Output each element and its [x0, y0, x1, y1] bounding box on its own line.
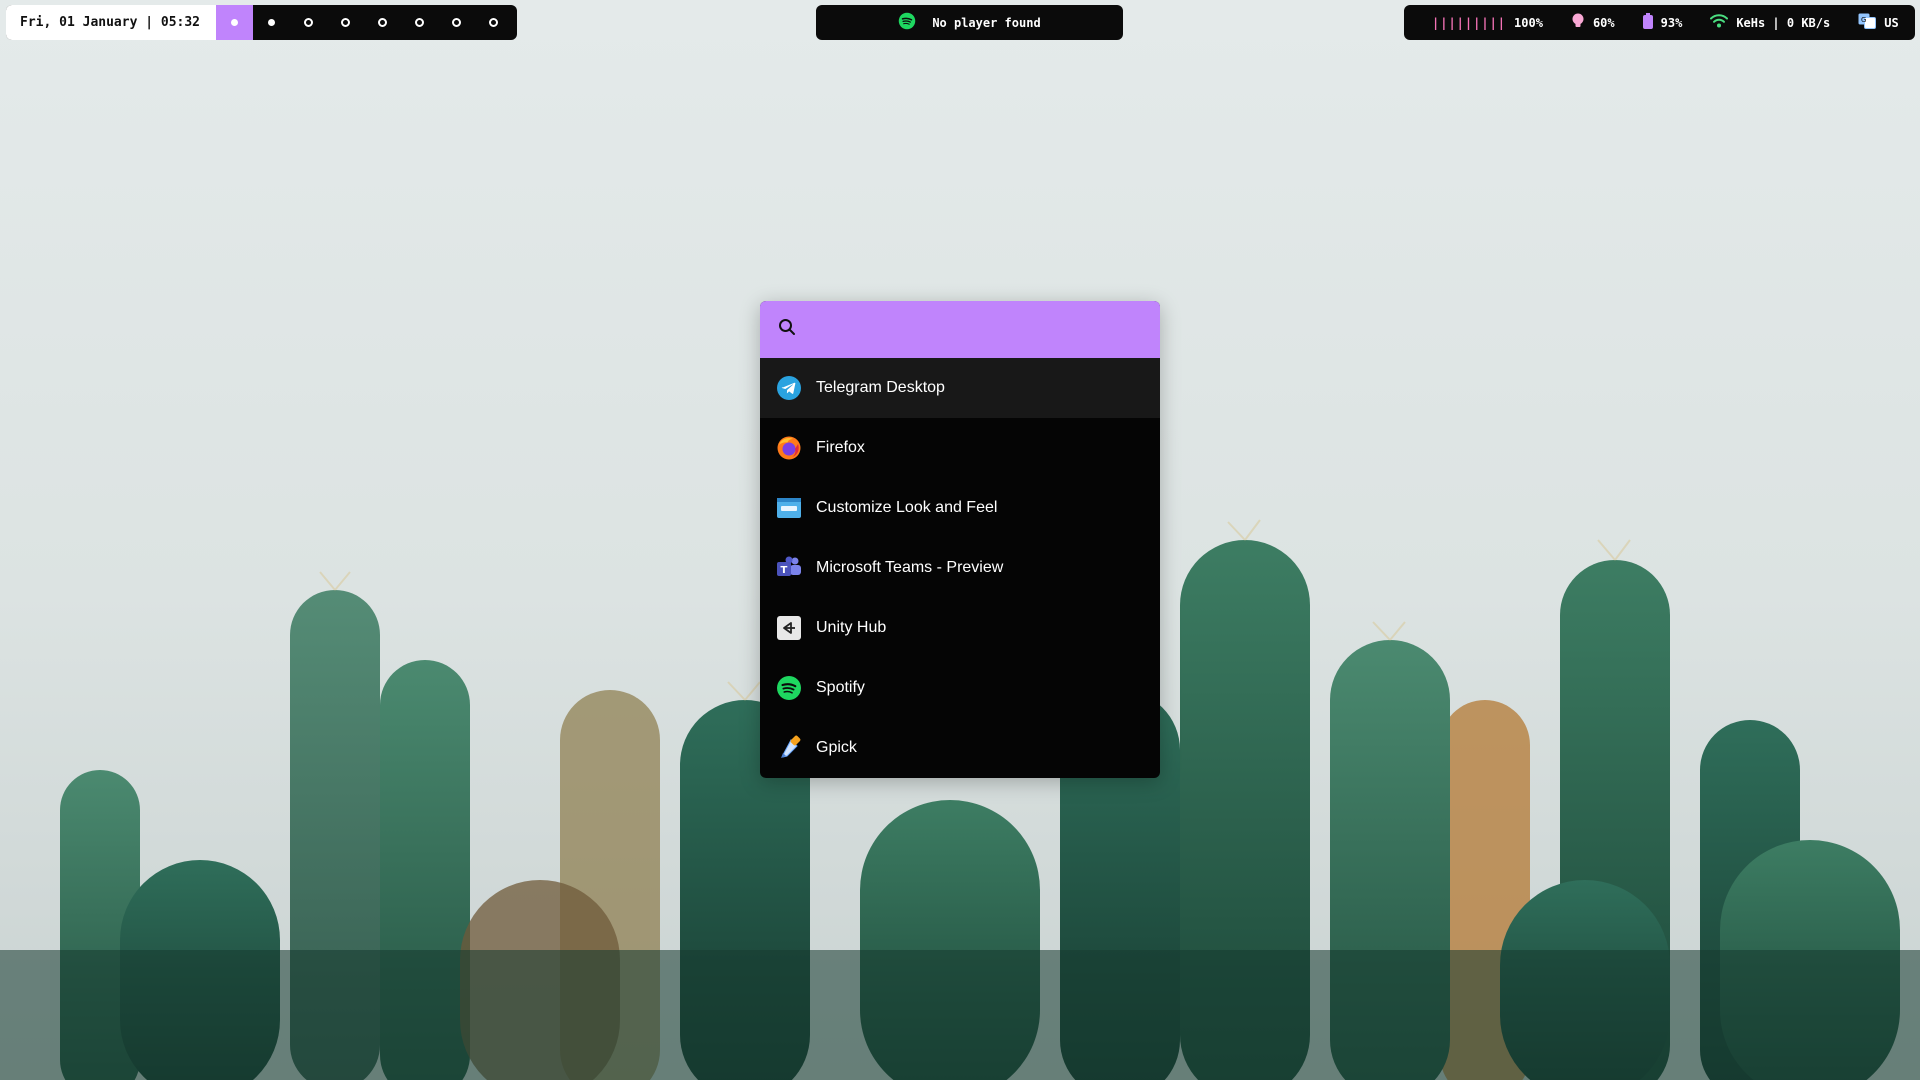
workspace-1[interactable]	[216, 5, 254, 40]
launcher-result-teams[interactable]: T Microsoft Teams - Preview	[760, 538, 1160, 598]
workspace-indicator	[231, 19, 239, 26]
svg-text:G: G	[1861, 16, 1866, 24]
workspace-indicator	[268, 19, 276, 26]
launcher-search-bar[interactable]	[760, 301, 1160, 358]
workspace-2[interactable]	[253, 5, 290, 40]
launcher-result-label: Microsoft Teams - Preview	[816, 559, 1004, 576]
launcher-result-label: Customize Look and Feel	[816, 499, 998, 516]
launcher-results: Telegram Desktop Firefox Customize Look …	[760, 358, 1160, 778]
workspace-switcher	[216, 5, 512, 40]
brightness-indicator[interactable]: 60%	[1571, 13, 1615, 32]
launcher-result-label: Telegram Desktop	[816, 379, 945, 396]
launcher-result-label: Gpick	[816, 739, 857, 756]
launcher-result-spotify[interactable]: Spotify	[760, 658, 1160, 718]
workspace-5[interactable]	[364, 5, 401, 40]
language-icon: G	[1858, 13, 1877, 32]
battery-value: 93%	[1660, 15, 1683, 30]
teams-icon: T	[776, 555, 802, 581]
volume-level-bars: |||||||||	[1432, 15, 1507, 30]
workspace-3[interactable]	[290, 5, 327, 40]
workspace-indicator	[341, 18, 351, 27]
search-icon	[778, 318, 796, 341]
workspace-indicator	[378, 18, 388, 27]
app-launcher: Telegram Desktop Firefox Customize Look …	[760, 301, 1160, 778]
appearance-settings-icon	[776, 495, 802, 521]
battery-indicator[interactable]: 93%	[1642, 13, 1683, 32]
network-value: KeHs | 0 KB/s	[1736, 15, 1831, 30]
workspace-indicator	[415, 18, 425, 27]
unity-icon	[776, 615, 802, 641]
network-indicator[interactable]: KeHs | 0 KB/s	[1710, 14, 1830, 31]
top-bar-left: Fri, 01 January | 05:32	[6, 5, 517, 40]
launcher-result-firefox[interactable]: Firefox	[760, 418, 1160, 478]
workspace-7[interactable]	[438, 5, 475, 40]
launcher-result-customize-look[interactable]: Customize Look and Feel	[760, 478, 1160, 538]
launcher-result-label: Spotify	[816, 679, 865, 696]
workspace-8[interactable]	[475, 5, 512, 40]
player-status-text: No player found	[932, 15, 1041, 30]
wifi-icon	[1710, 14, 1729, 31]
telegram-icon	[776, 375, 802, 401]
clock: Fri, 01 January | 05:32	[6, 5, 217, 40]
launcher-result-gpick[interactable]: Gpick	[760, 718, 1160, 778]
color-picker-icon	[776, 735, 802, 761]
workspace-indicator	[304, 18, 314, 27]
workspace-4[interactable]	[327, 5, 364, 40]
launcher-result-unity-hub[interactable]: Unity Hub	[760, 598, 1160, 658]
battery-icon	[1642, 13, 1653, 32]
media-player-widget[interactable]: No player found	[816, 5, 1123, 40]
top-bar-right: ||||||||| 100% 60% 93% KeHs | 0 KB/s G U…	[1404, 5, 1915, 40]
spotify-icon	[776, 675, 802, 701]
launcher-result-label: Unity Hub	[816, 619, 887, 636]
volume-value: 100%	[1514, 15, 1543, 30]
keyboard-layout-value: US	[1884, 15, 1899, 30]
svg-text:T: T	[781, 565, 788, 576]
launcher-search-input[interactable]	[824, 313, 1128, 346]
workspace-6[interactable]	[401, 5, 438, 40]
launcher-result-telegram[interactable]: Telegram Desktop	[760, 358, 1160, 418]
firefox-icon	[776, 435, 802, 461]
spotify-icon	[898, 12, 916, 33]
workspace-indicator	[452, 18, 462, 27]
volume-indicator[interactable]: ||||||||| 100%	[1432, 16, 1543, 30]
keyboard-layout-indicator[interactable]: G US	[1858, 13, 1899, 32]
lightbulb-icon	[1571, 13, 1585, 32]
launcher-result-label: Firefox	[816, 439, 865, 456]
workspace-indicator	[489, 18, 499, 27]
brightness-value: 60%	[1592, 15, 1615, 30]
